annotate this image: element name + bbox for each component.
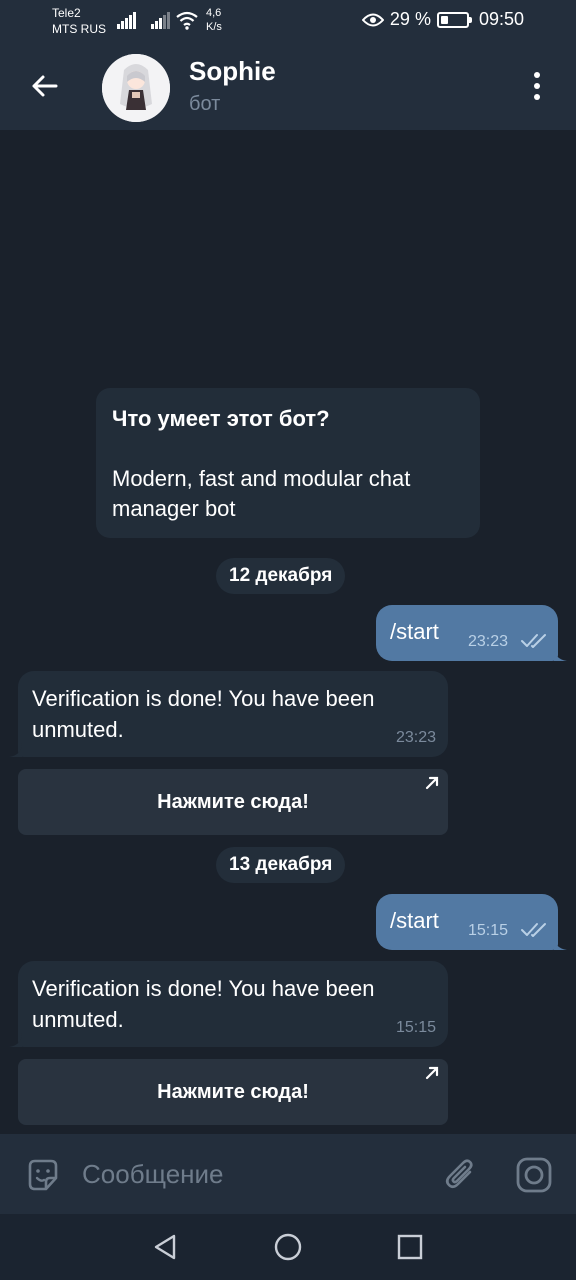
date-separator: 12 декабря (216, 558, 346, 594)
chat-header: Sophie бот (0, 42, 576, 130)
battery-percent: 29 % (389, 9, 431, 29)
battery-level (440, 15, 448, 24)
wifi-icon (176, 11, 198, 30)
bubble-tail (9, 1033, 22, 1047)
avatar[interactable] (102, 54, 170, 122)
external-link-arrow-icon (425, 776, 439, 790)
status-bar: Tele2 MTS RUS 4,6 K/s 29 % 09:50 (0, 0, 576, 42)
camera-icon[interactable] (515, 1156, 553, 1194)
back-button[interactable] (22, 64, 66, 108)
nav-recents-icon[interactable] (393, 1230, 427, 1264)
signal-icon (117, 11, 137, 29)
outgoing-message[interactable]: /start 23:23 (376, 605, 558, 661)
battery-icon (436, 11, 472, 28)
back-arrow-icon (32, 75, 58, 97)
message-time: 15:15 (395, 1019, 436, 1036)
bubble-tail (554, 936, 567, 950)
external-link-arrow-icon (425, 1066, 439, 1080)
outgoing-message[interactable]: /start 15:15 (376, 894, 558, 950)
status-right: 29 % 09:50 (361, 9, 524, 30)
date-separator: 13 декабря (216, 847, 346, 883)
system-navigation-bar (0, 1214, 576, 1280)
bubble-tail (9, 743, 22, 757)
incoming-message[interactable]: Verification is done! You have been unmu… (18, 671, 448, 757)
message-time: 15:15 (468, 922, 509, 939)
chat-subtitle: бот (189, 93, 221, 115)
message-input[interactable] (82, 1154, 422, 1194)
net-speed-unit: K/s (206, 21, 222, 33)
inline-url-button[interactable]: Нажмите сюда! (18, 1059, 448, 1125)
eye-icon (361, 13, 384, 26)
button-label: Нажмите сюда! (157, 790, 309, 813)
clock: 09:50 (478, 9, 524, 29)
button-label: Нажмите сюда! (157, 1080, 309, 1103)
message-text: Verification is done! You have been unmu… (32, 686, 375, 742)
message-time: 23:23 (395, 729, 436, 746)
carrier-2: MTS RUS (52, 22, 106, 36)
message-text: Verification is done! You have been unmu… (32, 976, 375, 1032)
inline-url-button[interactable]: Нажмите сюда! (18, 769, 448, 835)
chat-title: Sophie (189, 56, 276, 86)
more-vertical-icon[interactable] (520, 68, 554, 104)
message-text: /start (390, 908, 439, 933)
bubble-tail (554, 647, 567, 661)
nav-back-icon[interactable] (148, 1230, 182, 1264)
double-check-icon (521, 634, 546, 648)
signal-icon (151, 11, 171, 29)
avatar-image (102, 54, 170, 122)
sticker-icon[interactable] (24, 1156, 62, 1194)
bot-info-title: Что умеет этот бот? (112, 406, 330, 431)
attach-icon[interactable] (442, 1156, 480, 1194)
nav-home-icon[interactable] (271, 1230, 305, 1264)
carrier-1: Tele2 (52, 6, 81, 20)
bot-info-card: Что умеет этот бот? Modern, fast and mod… (96, 388, 480, 538)
message-time: 23:23 (468, 633, 509, 650)
bot-info-text: Modern, fast and modular chat manager bo… (112, 466, 411, 521)
carrier-info: Tele2 MTS RUS (52, 5, 106, 37)
message-composer (0, 1134, 576, 1214)
message-text: /start (390, 619, 439, 644)
network-speed: 4,6 K/s (206, 6, 222, 34)
chat-area[interactable]: Что умеет этот бот? Modern, fast and mod… (0, 130, 576, 1134)
double-check-icon (521, 923, 546, 937)
net-speed-value: 4,6 (206, 7, 222, 19)
incoming-message[interactable]: Verification is done! You have been unmu… (18, 961, 448, 1047)
